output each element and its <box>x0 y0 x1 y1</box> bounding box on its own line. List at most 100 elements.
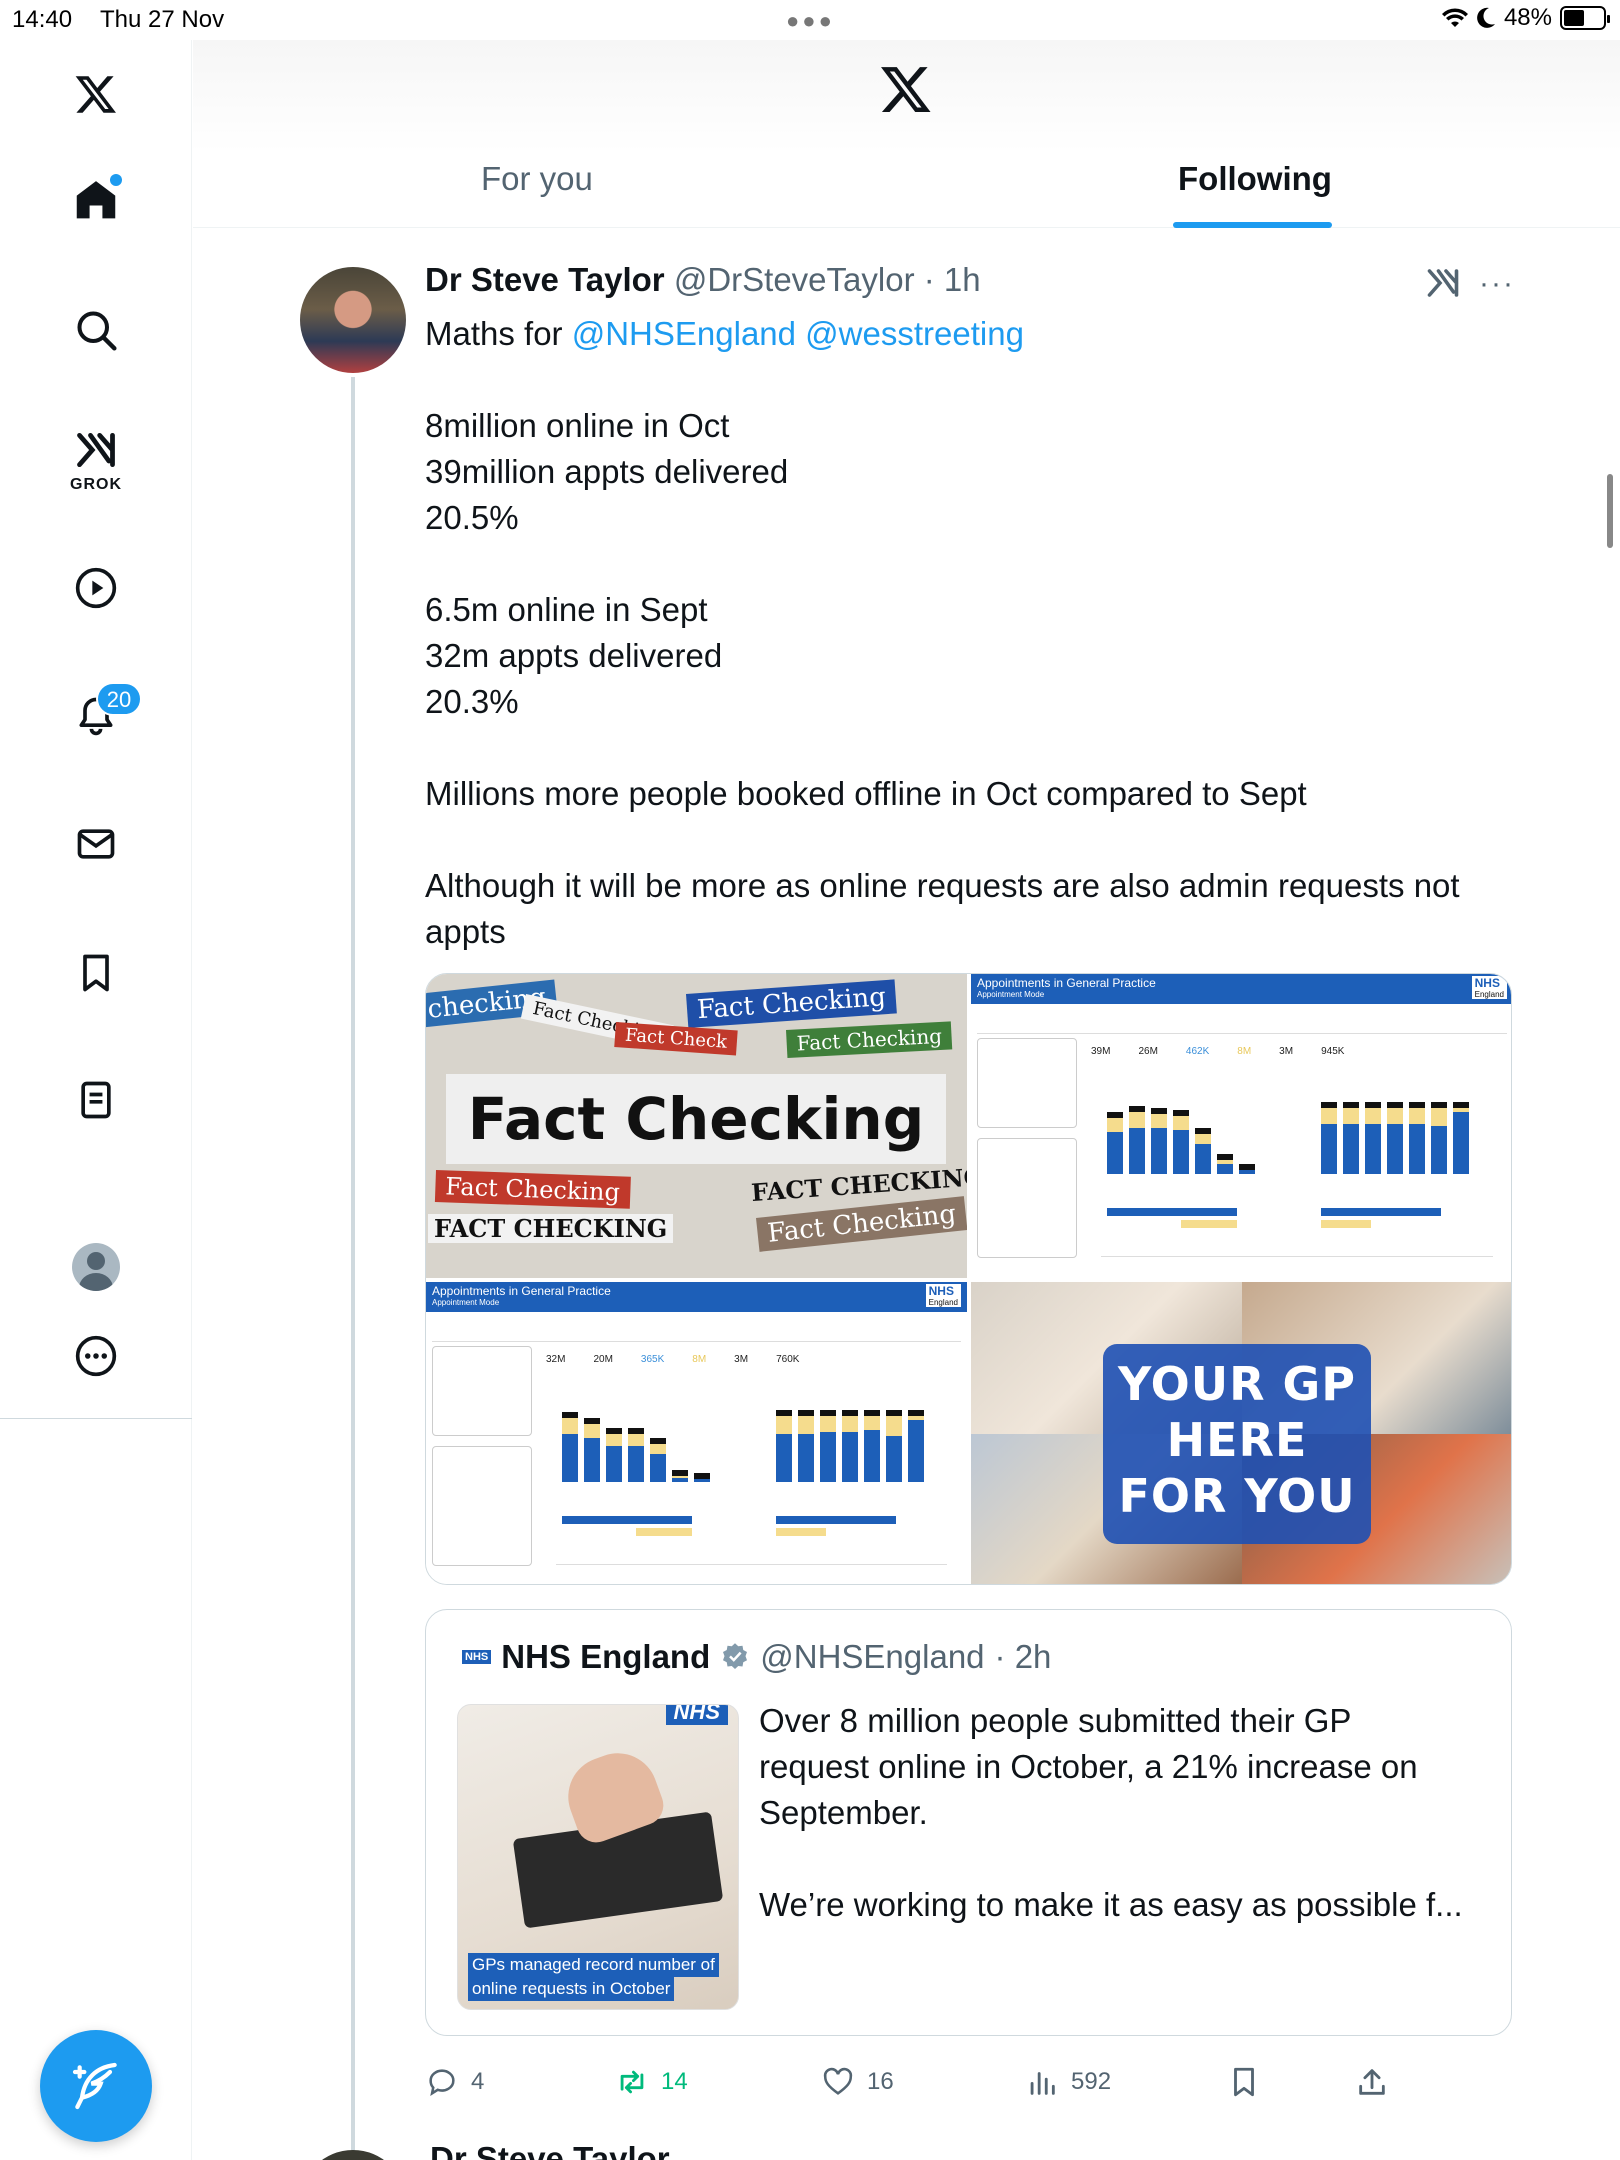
hbar <box>636 1528 692 1536</box>
author-avatar[interactable] <box>300 267 406 373</box>
video-icon[interactable] <box>66 558 126 618</box>
reply-button[interactable]: 4 <box>425 2065 484 2099</box>
tweet-actions: 4 14 16 592 <box>425 2065 1512 2115</box>
mention-wesstreeting[interactable]: @wesstreeting <box>805 315 1024 352</box>
share-button[interactable] <box>1355 2065 1389 2099</box>
author-name[interactable]: Dr Steve Taylor <box>425 261 665 298</box>
grok-explain-icon[interactable] <box>1425 265 1461 306</box>
views-button[interactable]: 592 <box>1025 2065 1111 2099</box>
stat-value: 8M <box>692 1354 707 1365</box>
status-time: 14:40 <box>12 6 73 33</box>
mention-nhsengland[interactable]: @NHSEngland <box>572 315 796 352</box>
grok-icon[interactable] <box>66 420 126 480</box>
quoted-tweet-image[interactable]: NHS GPs managed record number of online … <box>457 1704 739 2010</box>
nhs-logo-text: NHS <box>928 1284 954 1298</box>
tweet-line: Although it will be more as online reque… <box>425 867 1460 950</box>
media-gp-poster[interactable]: YOUR GP HERE FOR YOU <box>971 1282 1511 1584</box>
like-button[interactable]: 16 <box>821 2065 894 2099</box>
media-dashboard-october[interactable]: Appointments in General Practice Appoint… <box>971 974 1511 1278</box>
caption-line: online requests in October <box>468 1977 675 2001</box>
profile-icon[interactable] <box>72 1243 120 1291</box>
dashboard-header: Appointments in General Practice Appoint… <box>971 974 1511 1004</box>
repost-count: 14 <box>661 2068 688 2095</box>
more-options-icon[interactable]: ··· <box>1479 267 1515 301</box>
multitask-dots-icon[interactable]: ●●● <box>786 8 835 34</box>
reply-icon <box>429 2069 455 2096</box>
gp-poster-line: HERE <box>1166 1413 1308 1467</box>
stat-value: 32M <box>546 1354 566 1365</box>
nhs-logo-sub: England <box>1474 990 1504 999</box>
quoted-tweet-time: · 2h <box>994 1638 1052 1675</box>
tweet[interactable]: Dr Steve Taylor @DrSteveTaylor · 1h ··· … <box>193 229 1620 2160</box>
repost-button[interactable]: 14 <box>615 2065 688 2099</box>
next-tweet-author[interactable]: Dr Steve Taylor <box>430 2140 670 2160</box>
stat-value: 3M <box>1279 1046 1294 1057</box>
messages-icon[interactable] <box>66 814 126 874</box>
stat-value: 365K <box>640 1354 665 1365</box>
fact-tag: FACT CHECKING <box>428 1214 674 1243</box>
gp-poster-line: FOR YOU <box>1118 1469 1356 1523</box>
battery-icon <box>1560 6 1610 30</box>
quoted-author-handle: @NHSEngland <box>760 1638 985 1675</box>
stat-value: 8M <box>1237 1046 1252 1057</box>
media-fact-checking-image[interactable]: checking Fact Checking Fact Checking Fac… <box>426 974 967 1278</box>
dashboard-title: Appointments in General Practice <box>432 1284 611 1298</box>
stat-value: 760K <box>776 1354 800 1365</box>
nhs-logo: NHS England <box>925 1284 961 1307</box>
quoted-text-paragraph: We’re working to make it as easy as poss… <box>759 1886 1463 1923</box>
bookmark-button[interactable] <box>1227 2065 1261 2099</box>
hbar <box>1321 1208 1441 1216</box>
more-icon[interactable] <box>66 1326 126 1386</box>
quoted-image-caption: GPs managed record number of online requ… <box>468 1953 719 2001</box>
tab-for-you[interactable]: For you <box>481 160 593 198</box>
timeline-header: For you Following <box>193 40 1620 228</box>
tweet-header: Dr Steve Taylor @DrSteveTaylor · 1h <box>425 261 981 299</box>
tweet-line: 6.5m online in Sept <box>425 591 708 628</box>
dashboard-title: Appointments in General Practice <box>977 976 1156 990</box>
search-icon[interactable] <box>66 300 126 360</box>
nhs-logo: NHS England <box>1471 976 1507 999</box>
tab-following[interactable]: Following <box>1178 160 1332 198</box>
hbar <box>1107 1208 1237 1216</box>
quoted-tweet-header: NHS NHS England @NHSEngland · 2h <box>462 1638 1051 1676</box>
status-bar: 14:40 Thu 27 Nov ●●● 48% <box>0 0 1620 40</box>
dashboard-subtitle: Appointment Mode <box>432 1298 500 1307</box>
tweet-time[interactable]: · 1h <box>924 261 981 298</box>
fact-tag: Fact Checking <box>686 979 897 1028</box>
nhs-logo-text: NHS <box>1474 976 1500 990</box>
lists-icon[interactable] <box>66 1070 126 1130</box>
compose-feather-icon <box>72 2062 117 2110</box>
scrollbar[interactable] <box>1607 474 1613 548</box>
status-right: 48% <box>1441 4 1610 32</box>
dashboard-stats: 39M 26M 462K 8M 3M 945K <box>1091 1046 1344 1057</box>
like-count: 16 <box>867 2068 894 2095</box>
x-header-logo-icon[interactable] <box>879 62 933 121</box>
axis-line <box>1101 1256 1493 1257</box>
x-logo-icon[interactable] <box>66 64 126 124</box>
tweet-line: 39million appts delivered <box>425 453 789 490</box>
media-grid: checking Fact Checking Fact Checking Fac… <box>425 973 1512 1585</box>
author-handle[interactable]: @DrSteveTaylor <box>674 261 915 298</box>
dashboard-filters <box>432 1318 961 1342</box>
bookmarks-icon[interactable] <box>66 943 126 1003</box>
active-tab-indicator <box>1173 222 1332 228</box>
quoted-text-paragraph: Over 8 million people submitted their GP… <box>759 1702 1418 1831</box>
grok-label: GROK <box>70 476 122 493</box>
stat-value: 462K <box>1185 1046 1210 1057</box>
fact-tag: Fact Checking <box>786 1021 953 1058</box>
fact-tag: Fact Checking <box>434 1170 631 1209</box>
tweet-intro-text: Maths for <box>425 315 572 352</box>
dashboard-percent-chart <box>1321 1102 1469 1174</box>
tweet-text-intro: Maths for @NHSEngland @wesstreeting <box>425 311 1515 357</box>
home-icon[interactable] <box>66 170 126 230</box>
heart-icon <box>823 2067 853 2095</box>
stat-value: 39M <box>1091 1046 1111 1057</box>
media-dashboard-september[interactable]: Appointments in General Practice Appoint… <box>426 1282 967 1584</box>
compose-post-button[interactable] <box>40 2030 152 2142</box>
caption-line: GPs managed record number of <box>468 1953 719 1977</box>
stat-value: 20M <box>593 1354 613 1365</box>
views-count: 592 <box>1071 2068 1112 2095</box>
bookmark-icon <box>1234 2067 1254 2097</box>
battery-percent: 48% <box>1503 4 1552 31</box>
quoted-tweet-card[interactable]: NHS NHS England @NHSEngland · 2h NHS GPs… <box>425 1609 1512 2036</box>
